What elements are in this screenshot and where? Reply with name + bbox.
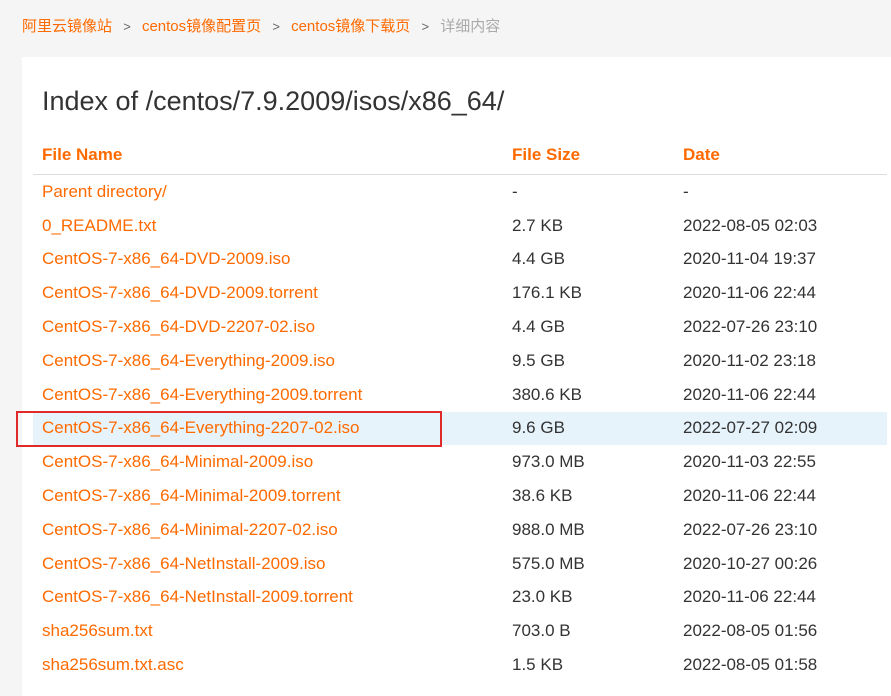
file-name-cell: CentOS-7-x86_64-Minimal-2009.iso: [33, 445, 503, 479]
file-date-cell: 2020-11-02 23:18: [683, 350, 816, 370]
file-link[interactable]: CentOS-7-x86_64-DVD-2009.iso: [42, 249, 291, 268]
breadcrumb-current: 详细内容: [440, 18, 501, 35]
column-header-file-size: File Size: [503, 136, 674, 175]
file-name-cell: CentOS-7-x86_64-NetInstall-2009.torrent: [33, 581, 503, 615]
table-row: CentOS-7-x86_64-Minimal-2009.torrent 38.6…: [33, 479, 887, 513]
file-name-cell: CentOS-7-x86_64-DVD-2009.torrent: [33, 276, 503, 310]
file-date-cell: 2022-07-27 02:09: [674, 411, 887, 446]
breadcrumb-link-centos-config[interactable]: centos镜像配置页: [142, 18, 261, 35]
file-listing-table: File Name File Size Date Parent director…: [33, 136, 887, 682]
table-row: CentOS-7-x86_64-Minimal-2009.iso 973.0 MB…: [33, 445, 887, 479]
file-name-cell: CentOS-7-x86_64-Minimal-2207-02.iso: [33, 513, 503, 547]
file-size-cell: 4.4 GB: [512, 249, 565, 269]
parent-directory-link[interactable]: Parent directory/: [42, 182, 167, 201]
table-row: CentOS-7-x86_64-Everything-2207-02.iso 9.…: [33, 411, 887, 446]
content-panel: Index of /centos/7.9.2009/isos/x86_64/ F…: [22, 57, 891, 696]
file-size-cell: 988.0 MB: [512, 519, 585, 539]
breadcrumb-link-centos-download[interactable]: centos镜像下载页: [291, 18, 410, 35]
breadcrumb-separator: >: [272, 19, 280, 34]
file-size-cell: 176.1 KB: [512, 283, 582, 303]
file-date-cell: 2020-11-04 19:37: [683, 249, 816, 269]
file-link[interactable]: CentOS-7-x86_64-NetInstall-2009.iso: [42, 554, 325, 573]
column-header-date: Date: [674, 136, 887, 175]
breadcrumb: 阿里云镜像站 > centos镜像配置页 > centos镜像下载页 > 详细内…: [22, 17, 500, 37]
file-date-cell: 2020-10-27 00:26: [683, 553, 818, 573]
file-date-cell: 2020-11-06 22:44: [683, 384, 816, 404]
file-name-cell: sha256sum.txt: [33, 614, 503, 648]
breadcrumb-separator: >: [421, 19, 430, 34]
file-date-cell: 2020-11-06 22:44: [683, 486, 816, 506]
file-date-cell: -: [683, 181, 689, 201]
file-link[interactable]: CentOS-7-x86_64-DVD-2207-02.iso: [42, 317, 315, 336]
file-date-cell: 2022-07-26 23:10: [683, 317, 818, 337]
table-row: Parent directory/ - -: [33, 175, 887, 209]
page-title: Index of /centos/7.9.2009/isos/x86_64/: [42, 86, 505, 116]
file-date-cell: 2022-07-26 23:10: [683, 519, 818, 539]
table-row: CentOS-7-x86_64-Everything-2009.torrent 3…: [33, 378, 887, 412]
file-size-cell: 380.6 KB: [512, 384, 582, 404]
file-date-cell: 2022-08-05 01:58: [683, 655, 818, 675]
file-link[interactable]: CentOS-7-x86_64-Minimal-2009.iso: [42, 452, 313, 471]
file-date-cell: 2022-08-05 01:56: [683, 621, 818, 641]
file-size-cell: 9.5 GB: [512, 350, 565, 370]
file-name-cell: Parent directory/: [33, 175, 503, 209]
file-size-cell: 1.5 KB: [512, 655, 564, 675]
file-link[interactable]: CentOS-7-x86_64-Minimal-2009.torrent: [42, 486, 341, 505]
file-date-cell: 2020-11-06 22:44: [683, 587, 816, 607]
table-row: sha256sum.txt 703.0 B 2022-08-05 01:56: [33, 614, 887, 648]
file-size-cell: 2.7 KB: [512, 215, 564, 235]
table-row: CentOS-7-x86_64-NetInstall-2009.torrent 2…: [33, 581, 887, 615]
file-name-cell: 0_README.txt: [33, 209, 503, 243]
file-link[interactable]: CentOS-7-x86_64-DVD-2009.torrent: [42, 283, 318, 302]
table-row: CentOS-7-x86_64-DVD-2207-02.iso 4.4 GB 202…: [33, 310, 887, 344]
file-link[interactable]: CentOS-7-x86_64-Everything-2009.iso: [42, 351, 335, 370]
table-row: sha256sum.txt.asc 1.5 KB 2022-08-05 01:58: [33, 648, 887, 682]
breadcrumb-link-aliyun-mirror[interactable]: 阿里云镜像站: [22, 18, 112, 35]
file-link[interactable]: CentOS-7-x86_64-Minimal-2207-02.iso: [42, 520, 338, 539]
table-row: 0_README.txt 2.7 KB 2022-08-05 02:03: [33, 209, 887, 243]
file-link[interactable]: CentOS-7-x86_64-Everything-2009.torrent: [42, 385, 362, 404]
file-size-cell: 4.4 GB: [512, 317, 565, 337]
file-link[interactable]: CentOS-7-x86_64-Everything-2207-02.iso: [42, 418, 360, 437]
file-link[interactable]: CentOS-7-x86_64-NetInstall-2009.torrent: [42, 587, 353, 606]
file-date-cell: 2022-08-05 02:03: [683, 215, 818, 235]
file-name-cell: CentOS-7-x86_64-DVD-2009.iso: [33, 243, 503, 277]
file-name-cell: CentOS-7-x86_64-Everything-2009.torrent: [33, 378, 503, 412]
file-link[interactable]: sha256sum.txt.asc: [42, 655, 184, 674]
file-name-cell: CentOS-7-x86_64-Everything-2009.iso: [33, 344, 503, 378]
table-row: CentOS-7-x86_64-DVD-2009.torrent 176.1 KB…: [33, 276, 887, 310]
table-row: CentOS-7-x86_64-NetInstall-2009.iso 575.0…: [33, 547, 887, 581]
breadcrumb-separator: >: [123, 19, 131, 34]
table-row: CentOS-7-x86_64-Everything-2009.iso 9.5 G…: [33, 344, 887, 378]
file-size-cell: 703.0 B: [512, 621, 571, 641]
table-row: CentOS-7-x86_64-Minimal-2207-02.iso 988.0…: [33, 513, 887, 547]
file-size-cell: 9.6 GB: [503, 411, 674, 446]
file-name-cell: CentOS-7-x86_64-Everything-2207-02.iso: [33, 411, 503, 446]
file-link[interactable]: sha256sum.txt: [42, 621, 153, 640]
file-date-cell: 2020-11-06 22:44: [683, 283, 816, 303]
file-name-cell: sha256sum.txt.asc: [33, 648, 503, 682]
file-name-cell: CentOS-7-x86_64-DVD-2207-02.iso: [33, 310, 503, 344]
table-row: CentOS-7-x86_64-DVD-2009.iso 4.4 GB 2020-1…: [33, 243, 887, 277]
file-link[interactable]: 0_README.txt: [42, 216, 156, 235]
file-size-cell: 23.0 KB: [512, 587, 573, 607]
file-size-cell: -: [512, 181, 518, 201]
file-size-cell: 575.0 MB: [512, 553, 585, 573]
file-size-cell: 973.0 MB: [512, 452, 585, 472]
table-header-row: File Name File Size Date: [33, 136, 887, 175]
file-name-cell: CentOS-7-x86_64-Minimal-2009.torrent: [33, 479, 503, 513]
column-header-file-name: File Name: [33, 136, 503, 175]
file-size-cell: 38.6 KB: [512, 486, 573, 506]
file-date-cell: 2020-11-03 22:55: [683, 452, 816, 472]
file-name-cell: CentOS-7-x86_64-NetInstall-2009.iso: [33, 547, 503, 581]
